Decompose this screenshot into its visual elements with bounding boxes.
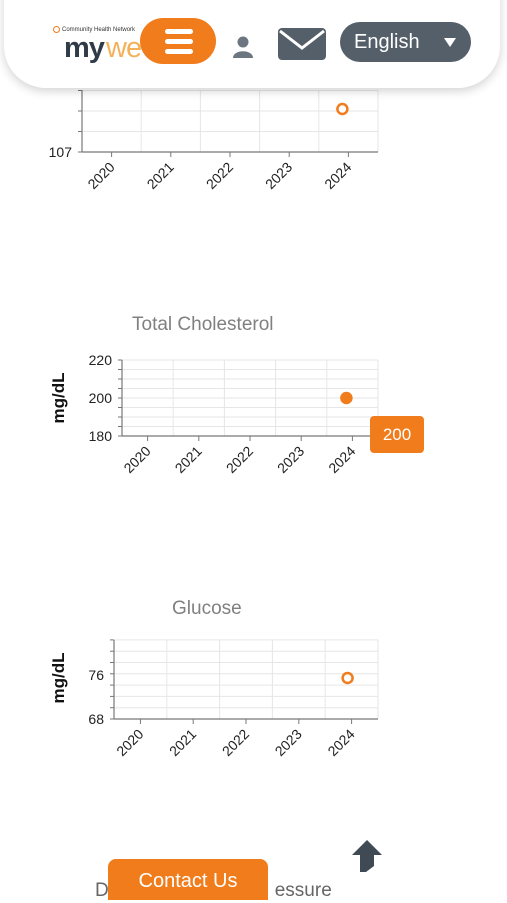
chart-title-glucose: Glucose — [172, 598, 242, 619]
chart-total-cholesterol: 2020 2021 2022 2023 2024 220 200 180 mg/dL — [49, 352, 379, 476]
x-tick-label: 2021 — [172, 443, 205, 476]
x-tick-label: 2022 — [223, 443, 256, 476]
y-tick-label: 68 — [88, 711, 104, 727]
data-point — [340, 391, 353, 405]
x-tick-label: 2024 — [325, 443, 358, 476]
app-header: Community Health Network my we English — [4, 0, 500, 88]
next-title-left: D — [95, 880, 109, 901]
chart-previous: 2020 2021 2022 2023 2024 107 — [49, 90, 379, 192]
y-axis-label: mg/dL — [49, 373, 68, 424]
contact-us-button[interactable]: Contact Us — [108, 859, 268, 900]
y-tick-label: 220 — [89, 352, 113, 368]
x-tick-label: 2022 — [219, 726, 252, 759]
chart-title-cholesterol: Total Cholesterol — [132, 314, 274, 335]
data-point — [336, 102, 349, 116]
logo-my[interactable]: my — [64, 32, 105, 65]
mail-icon[interactable] — [274, 24, 330, 64]
charts-canvas: 2020 2021 2022 2023 2024 107 2020 2021 2022 2023… — [49, 90, 379, 759]
logo-dot-icon — [53, 26, 60, 33]
menu-bar — [165, 39, 193, 44]
x-tick-label: 2023 — [274, 443, 307, 476]
x-tick-label: 2020 — [113, 726, 146, 759]
x-tick-label: 2022 — [203, 159, 236, 192]
chart-tooltip: 200 — [370, 416, 424, 453]
y-tick-label: 76 — [88, 667, 104, 683]
x-tick-label: 2024 — [324, 726, 357, 759]
data-point — [341, 671, 354, 685]
menu-bar — [165, 49, 193, 54]
hamburger-menu-icon[interactable] — [140, 18, 216, 64]
y-tick-label: 200 — [89, 390, 113, 406]
menu-bar — [165, 29, 193, 34]
logo-we[interactable]: we — [106, 32, 142, 65]
y-tick-label: 107 — [49, 144, 73, 160]
x-tick-label: 2020 — [120, 443, 153, 476]
next-title-right: essure — [274, 880, 332, 901]
x-tick-label: 2020 — [84, 159, 117, 192]
y-tick-label: 180 — [89, 428, 113, 444]
home-icon[interactable] — [350, 838, 384, 874]
user-icon[interactable] — [230, 34, 256, 60]
language-label: English — [354, 31, 420, 53]
x-tick-label: 2023 — [262, 159, 295, 192]
x-tick-label: 2023 — [272, 726, 305, 759]
language-select[interactable]: English — [340, 22, 471, 62]
y-axis-label: mg/dL — [49, 653, 68, 704]
x-tick-label: 2024 — [321, 159, 354, 192]
x-tick-label: 2021 — [166, 726, 199, 759]
x-tick-label: 2021 — [144, 159, 177, 192]
caret-down-icon — [444, 38, 456, 47]
chart-glucose: 2020 2021 2022 2023 2024 76 68 mg/dL — [49, 639, 379, 759]
